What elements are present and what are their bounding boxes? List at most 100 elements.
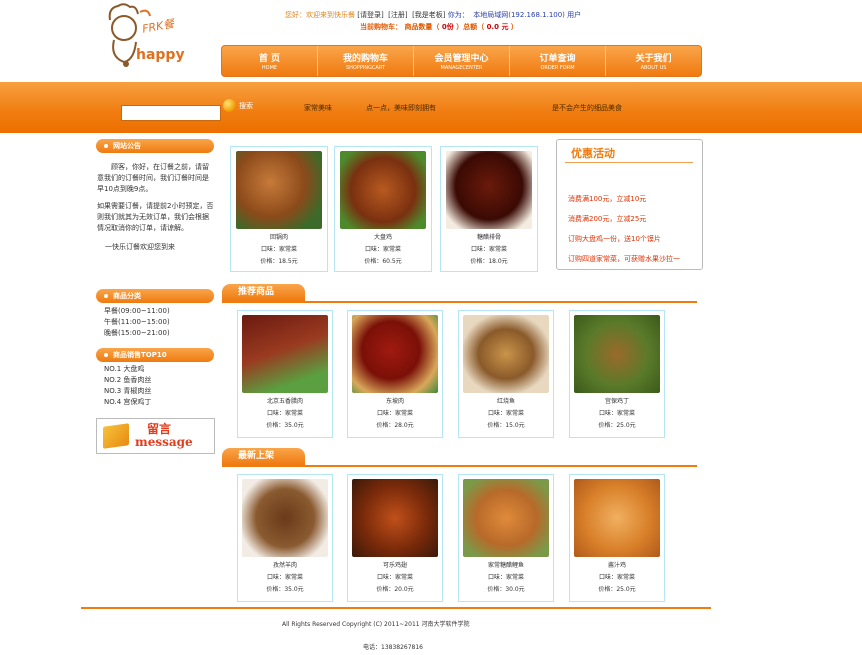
top-sales-title: 商品销售TOP10 <box>113 351 167 359</box>
product-taste: 口味：家常菜 <box>266 410 303 417</box>
nav-about-label: 关于我们 <box>635 54 672 64</box>
notice-header: 网站公告 <box>96 139 214 153</box>
product-taste: 口味：家常菜 <box>470 246 507 253</box>
category-item[interactable]: 晚餐(15:00~21:00) <box>104 328 170 339</box>
product-card[interactable]: 北京五香腊肉 口味：家常菜 价格：35.0元 <box>237 310 333 438</box>
cart-info[interactable]: 当前购物车： 商品数量（ 0份 ）总额（ 0.0 元 ） <box>360 22 518 32</box>
product-card[interactable]: 红烧鱼 口味：家常菜 价格：15.0元 <box>458 310 554 438</box>
product-name: 宫保鸡丁 <box>604 398 629 405</box>
slogan-1: 家常美味 <box>304 104 332 112</box>
category-item[interactable]: 早餐(09:00~11:00) <box>104 306 170 317</box>
dish-image <box>340 151 426 229</box>
nav-about[interactable]: 关于我们 ABOUT US <box>606 46 701 76</box>
you-are-label: 你为： <box>447 11 469 19</box>
product-price: 价格：60.5元 <box>364 258 402 265</box>
promo-item[interactable]: 消费满100元，立减10元 <box>568 194 646 204</box>
product-price: 价格：18.5元 <box>260 258 298 265</box>
product-card[interactable]: 酱汁鸡 口味：家常菜 价格：25.0元 <box>569 474 665 602</box>
product-name: 东坡肉 <box>385 398 404 405</box>
product-price: 价格：35.0元 <box>266 586 304 593</box>
product-name: 家常糖醋鲤鱼 <box>487 562 524 569</box>
recommended-title: 推荐商品 <box>222 284 305 301</box>
nav-home-en: HOME <box>261 65 278 71</box>
message-en: message <box>135 435 193 449</box>
product-price: 价格：18.0元 <box>470 258 508 265</box>
main-nav: 首 页 HOME 我的购物车 SHOPPINGCART 会员管理中心 MANAGECE… <box>221 45 702 77</box>
search-ball-icon <box>223 99 236 112</box>
nav-orders[interactable]: 订单查询 ORDER FORM <box>510 46 606 76</box>
nav-member[interactable]: 会员管理中心 MANAGECENTER <box>414 46 510 76</box>
product-price: 价格：30.0元 <box>487 586 525 593</box>
dish-image <box>463 315 549 393</box>
top-sales-list: NO.1 大盘鸡 NO.2 鱼香肉丝 NO.3 青椒肉丝 NO.4 宫保鸡丁 <box>104 364 151 408</box>
product-card[interactable]: 大盘鸡 口味：家常菜 价格：60.5元 <box>334 146 432 272</box>
category-header: 商品分类 <box>96 289 214 303</box>
product-price: 价格：25.0元 <box>598 586 636 593</box>
top-sales-item[interactable]: NO.3 青椒肉丝 <box>104 386 151 397</box>
message-book-icon <box>103 423 129 449</box>
product-card[interactable]: 可乐鸡翅 口味：家常菜 价格：20.0元 <box>347 474 443 602</box>
category-item[interactable]: 午餐(11:00~15:00) <box>104 317 170 328</box>
admin-link[interactable]: [我是老板] <box>412 11 445 19</box>
promo-box: 优惠活动 消费满100元，立减10元 消费满200元，立减25元 订购大盘鸡一份… <box>556 139 703 270</box>
nav-member-en: MANAGECENTER <box>440 65 483 71</box>
product-price: 价格：15.0元 <box>487 422 525 429</box>
notice-p3: 一快乐订餐欢迎您到来 <box>105 243 175 251</box>
latest-header: 最新上架 <box>222 448 697 467</box>
top-info: 您好：欢迎来到快乐餐 [请登录] [注册] [我是老板] 你为： 本地局域网(1… <box>285 10 581 20</box>
cart-label: 当前购物车： <box>360 23 402 31</box>
dish-image <box>352 479 438 557</box>
dish-image <box>574 315 660 393</box>
product-taste: 口味：家常菜 <box>376 574 413 581</box>
slogan-3: 是不会产生的细品美食 <box>552 104 622 112</box>
slogan-2: 点一点，美味即刻拥有 <box>366 104 436 112</box>
promo-item[interactable]: 订购四道家常菜，可获赠水果沙拉一 <box>568 254 698 264</box>
product-taste: 口味：家常菜 <box>266 574 303 581</box>
product-card[interactable]: 宫保鸡丁 口味：家常菜 价格：25.0元 <box>569 310 665 438</box>
product-taste: 口味：家常菜 <box>598 410 635 417</box>
product-card[interactable]: 孜然羊肉 口味：家常菜 价格：35.0元 <box>237 474 333 602</box>
search-button-label: 搜索 <box>239 101 253 110</box>
dish-image <box>352 315 438 393</box>
product-taste: 口味：家常菜 <box>376 410 413 417</box>
promo-title: 优惠活动 <box>571 147 615 160</box>
product-price: 价格：20.0元 <box>376 586 414 593</box>
latest-title: 最新上架 <box>222 448 305 465</box>
message-button[interactable]: 留言 message <box>96 418 215 454</box>
search-input[interactable] <box>121 105 221 121</box>
login-link[interactable]: [请登录] <box>357 11 383 19</box>
top-sales-item[interactable]: NO.4 宫保鸡丁 <box>104 397 151 408</box>
recommended-header: 推荐商品 <box>222 284 697 303</box>
nav-cart[interactable]: 我的购物车 SHOPPINGCART <box>318 46 414 76</box>
promo-item[interactable]: 订购大盘鸡一份，送10个馍片 <box>568 234 661 244</box>
product-name: 酱汁鸡 <box>607 562 626 569</box>
nav-orders-en: ORDER FORM <box>540 65 575 71</box>
register-link[interactable]: [注册] <box>388 11 407 19</box>
footer-phone: 电话：13838267816 <box>363 644 423 651</box>
product-price: 价格：28.0元 <box>376 422 414 429</box>
nav-orders-label: 订单查询 <box>539 54 576 64</box>
product-card[interactable]: 东坡肉 口味：家常菜 价格：28.0元 <box>347 310 443 438</box>
greeting: 您好：欢迎来到快乐餐 <box>285 11 355 19</box>
product-card[interactable]: 回锅肉 口味：家常菜 价格：18.5元 <box>230 146 328 272</box>
search-button[interactable]: 搜索 <box>223 99 253 112</box>
product-name: 可乐鸡翅 <box>382 562 407 569</box>
cart-total: 0.0 元 <box>486 23 509 31</box>
top-sales-header: 商品销售TOP10 <box>96 348 214 362</box>
dish-image <box>463 479 549 557</box>
product-name: 大盘鸡 <box>373 234 392 241</box>
product-card[interactable]: 家常糖醋鲤鱼 口味：家常菜 价格：30.0元 <box>458 474 554 602</box>
promo-item[interactable]: 消费满200元，立减25元 <box>568 214 646 224</box>
product-card[interactable]: 糖醋排骨 口味：家常菜 价格：18.0元 <box>440 146 538 272</box>
nav-home-label: 首 页 <box>258 54 281 64</box>
top-sales-item[interactable]: NO.2 鱼香肉丝 <box>104 375 151 386</box>
dish-image <box>574 479 660 557</box>
top-sales-item[interactable]: NO.1 大盘鸡 <box>104 364 151 375</box>
product-price: 价格：25.0元 <box>598 422 636 429</box>
product-name: 糖醋排骨 <box>476 234 501 241</box>
footer-copyright: All Rights Reserved Copyright (C) 2011~2… <box>282 621 470 628</box>
nav-home[interactable]: 首 页 HOME <box>222 46 318 76</box>
logo-text: happy <box>136 47 185 63</box>
product-name: 回锅肉 <box>269 234 288 241</box>
category-title: 商品分类 <box>113 292 141 300</box>
